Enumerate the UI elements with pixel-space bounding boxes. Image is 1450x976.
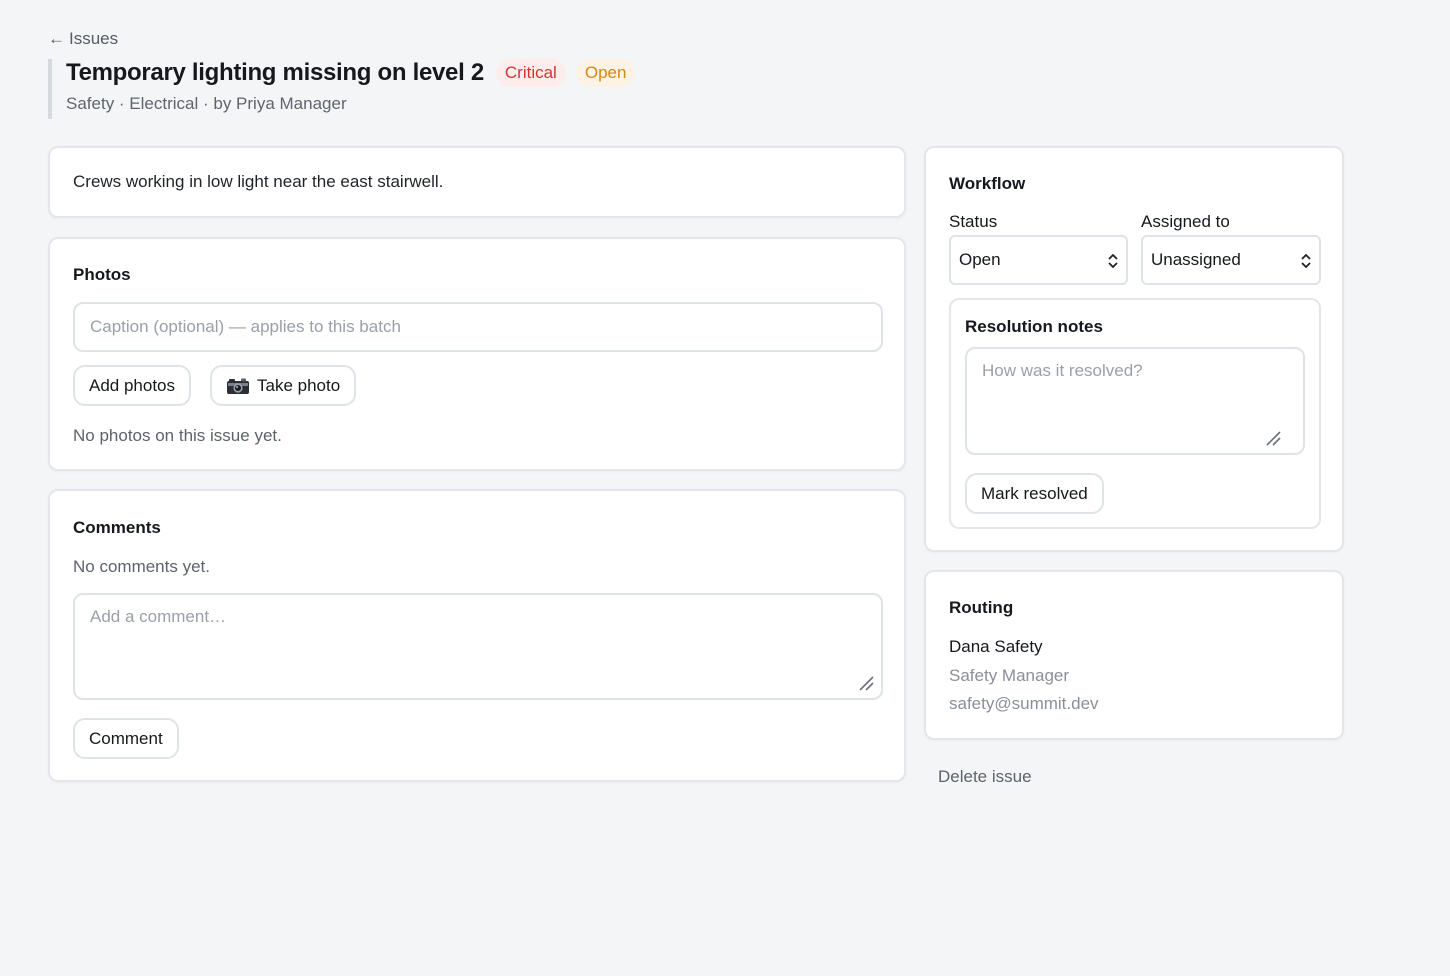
routing-contact-role: Safety Manager — [949, 666, 1070, 685]
add-photos-button[interactable]: Add photos — [73, 365, 192, 406]
photos-card: Photos Add photos Take photo No photos o… — [48, 237, 906, 471]
description-card: Crews working in low light near the east… — [48, 146, 906, 218]
assigned-label: Assigned to — [1141, 212, 1230, 231]
routing-title: Routing — [949, 598, 1014, 617]
routing-contact-email: safety@summit.dev — [949, 694, 1099, 713]
arrow-left-icon: ← — [48, 29, 65, 48]
back-to-issues-link[interactable]: ← Issues — [48, 29, 118, 49]
photos-title: Photos — [73, 265, 131, 284]
chevron-updown-icon — [1108, 253, 1118, 269]
comments-card: Comments No comments yet. Comment — [48, 489, 906, 782]
back-link-label: Issues — [69, 29, 119, 48]
workflow-card: Workflow Status Assigned to Open Unassig… — [924, 146, 1344, 552]
mark-resolved-label: Mark resolved — [981, 483, 1088, 503]
status-select-value: Open — [959, 250, 1001, 269]
camera-icon — [226, 377, 250, 395]
workflow-title: Workflow — [949, 174, 1026, 193]
issue-header: Temporary lighting missing on level 2 Cr… — [48, 59, 636, 119]
issue-detail-page: ← Issues Temporary lighting missing on l… — [0, 0, 1450, 976]
severity-badge: Critical — [495, 59, 566, 87]
comment-input[interactable] — [73, 593, 883, 700]
mark-resolved-button[interactable]: Mark resolved — [965, 473, 1104, 514]
resolution-notes-title: Resolution notes — [965, 317, 1103, 336]
take-photo-label: Take photo — [257, 375, 341, 395]
issue-description: Crews working in low light near the east… — [73, 172, 444, 191]
comment-submit-button[interactable]: Comment — [73, 718, 179, 759]
assigned-select-value: Unassigned — [1151, 250, 1241, 269]
status-select[interactable]: Open — [949, 235, 1128, 285]
issue-meta: Safety · Electrical · by Priya Manager — [66, 94, 347, 113]
comment-submit-label: Comment — [89, 728, 163, 748]
page-title: Temporary lighting missing on level 2 — [66, 59, 484, 86]
status-badge: Open — [575, 59, 636, 87]
photos-empty-text: No photos on this issue yet. — [73, 426, 282, 445]
delete-issue-button[interactable]: Delete issue — [938, 767, 1032, 787]
comments-title: Comments — [73, 518, 161, 537]
take-photo-button[interactable]: Take photo — [210, 365, 357, 406]
comments-empty-text: No comments yet. — [73, 557, 210, 576]
caption-input[interactable] — [73, 302, 883, 352]
resolution-notes-input[interactable] — [965, 347, 1305, 455]
assigned-select[interactable]: Unassigned — [1141, 235, 1321, 285]
chevron-updown-icon — [1301, 253, 1311, 269]
status-label: Status — [949, 212, 998, 231]
add-photos-label: Add photos — [89, 375, 176, 395]
routing-contact-name: Dana Safety — [949, 637, 1043, 656]
routing-card: Routing Dana Safety Safety Manager safet… — [924, 570, 1344, 740]
resolution-notes-panel: Resolution notes Mark resolved — [949, 298, 1321, 529]
